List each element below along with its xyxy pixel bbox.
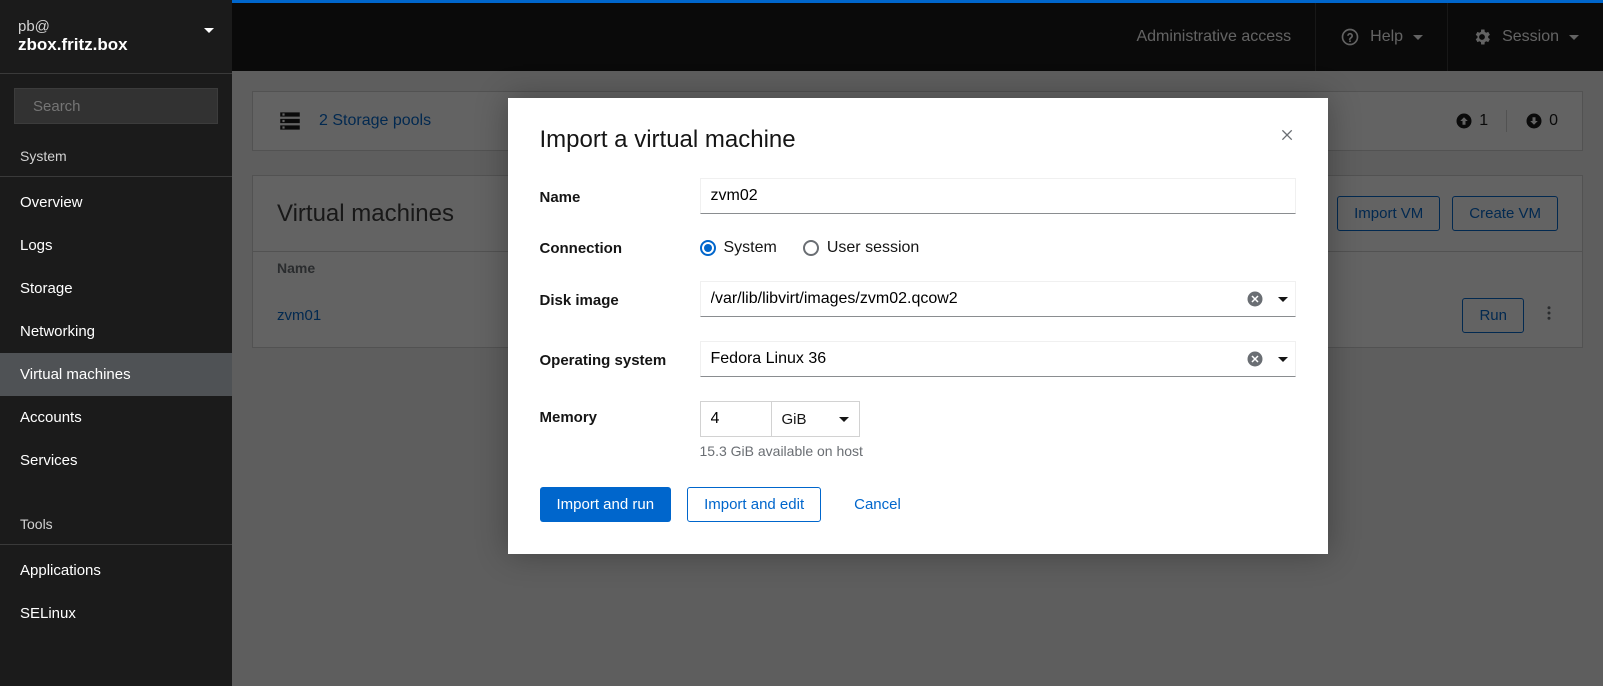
chevron-down-icon[interactable] [1278,297,1288,302]
sidebar-item-selinux[interactable]: SELinux [0,592,232,635]
sidebar-item-accounts[interactable]: Accounts [0,396,232,439]
disk-image-input[interactable] [700,281,1296,317]
section-label-tools: Tools [0,502,232,540]
chevron-down-icon[interactable] [1278,357,1288,362]
divider [0,73,232,74]
memory-hint: 15.3 GiB available on host [700,443,1296,459]
connection-system-radio[interactable]: System [700,239,777,257]
modal-title: Import a virtual machine [540,126,796,154]
sidebar-item-overview[interactable]: Overview [0,181,232,224]
radio-system-label: System [724,239,777,257]
close-button[interactable] [1280,126,1296,149]
os-input[interactable] [700,341,1296,377]
chevron-down-icon [204,28,214,33]
memory-unit-select[interactable]: GiB [771,402,859,436]
clear-icon[interactable] [1246,350,1264,368]
connection-user-radio[interactable]: User session [803,239,919,257]
host-selector[interactable]: pb@ zbox.fritz.box [0,0,232,69]
os-label: Operating system [540,350,680,369]
connection-label: Connection [540,238,680,257]
sidebar-item-applications[interactable]: Applications [0,549,232,592]
sidebar: pb@ zbox.fritz.box System Overview Logs … [0,0,232,686]
memory-unit-label: GiB [782,411,807,428]
cancel-button[interactable]: Cancel [837,487,918,522]
sidebar-item-storage[interactable]: Storage [0,267,232,310]
name-input[interactable] [700,178,1296,214]
import-run-button[interactable]: Import and run [540,487,672,522]
radio-user-label: User session [827,239,919,257]
sidebar-item-virtual-machines[interactable]: Virtual machines [0,353,232,396]
radio-unchecked-icon [803,240,819,256]
search-input[interactable] [33,98,232,115]
chevron-down-icon [839,417,849,422]
memory-label: Memory [540,401,680,426]
sidebar-item-services[interactable]: Services [0,439,232,482]
sidebar-item-logs[interactable]: Logs [0,224,232,267]
section-label-system: System [0,134,232,172]
name-label: Name [540,187,680,206]
host-user: pb@ [18,18,128,35]
import-vm-modal: Import a virtual machine Name Connection… [508,98,1328,554]
radio-checked-icon [700,240,716,256]
search-box[interactable] [14,88,218,124]
host-name: zbox.fritz.box [18,35,128,55]
import-edit-button[interactable]: Import and edit [687,487,821,522]
disk-label: Disk image [540,290,680,309]
sidebar-item-networking[interactable]: Networking [0,310,232,353]
memory-input[interactable] [701,402,771,436]
clear-icon[interactable] [1246,290,1264,308]
close-icon [1280,127,1296,143]
